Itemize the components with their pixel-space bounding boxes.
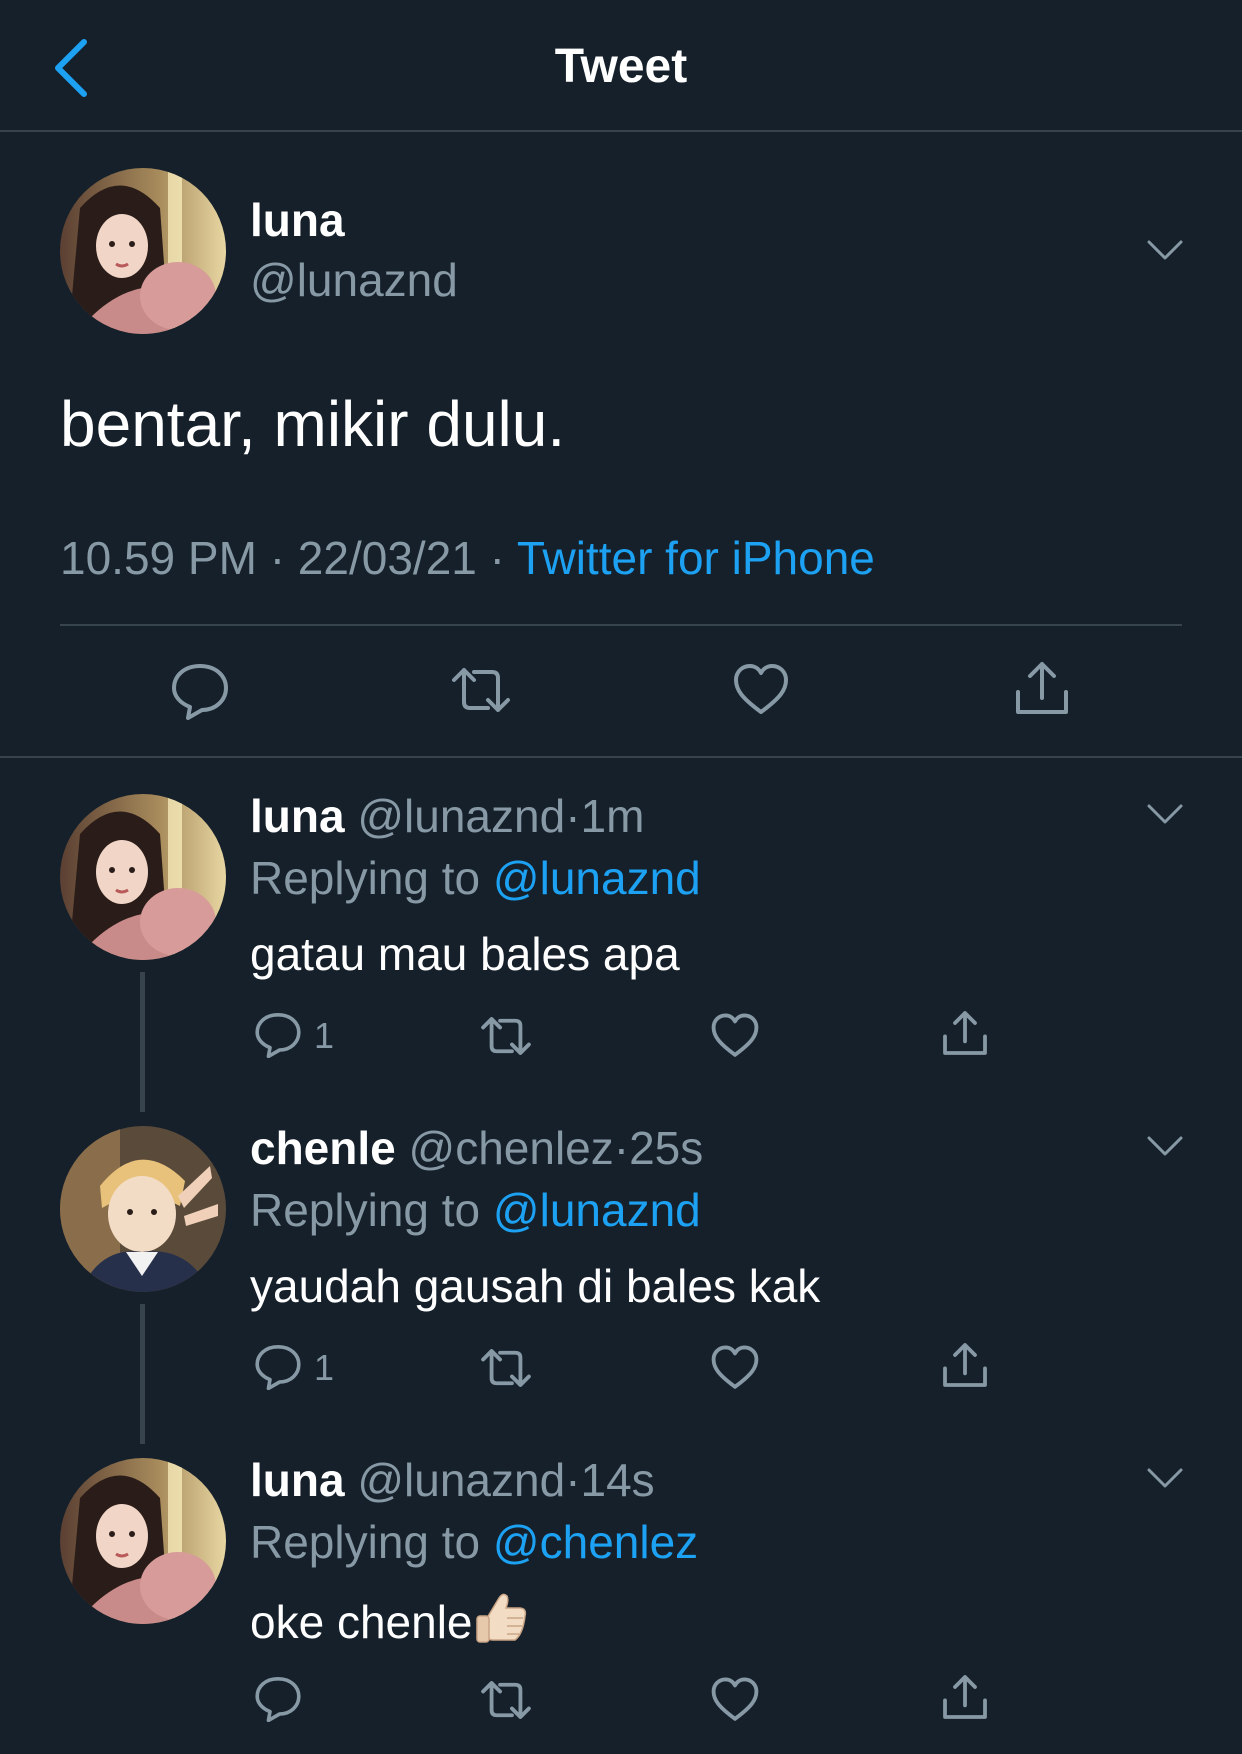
like-heart-icon[interactable]	[710, 1676, 760, 1724]
chevron-down-icon[interactable]	[1145, 1466, 1185, 1490]
reply-icon[interactable]	[254, 1342, 302, 1390]
reply-header: chenle @chenlez·25s	[250, 1120, 703, 1176]
reply-text: gatau mau bales apa	[250, 928, 680, 980]
reply-author-handle[interactable]: @lunaznd	[357, 790, 565, 842]
reply-author-name[interactable]: luna	[250, 790, 345, 842]
tweet-source-link[interactable]: Twitter for iPhone	[517, 532, 875, 584]
divider	[0, 756, 1242, 758]
author-name[interactable]: luna	[250, 192, 345, 248]
like-heart-icon[interactable]	[710, 1344, 760, 1392]
tweet-date: 22/03/21	[297, 532, 477, 584]
reply-text-row: oke chenle	[250, 1588, 533, 1650]
replying-to-handle[interactable]: @lunaznd	[493, 852, 701, 904]
chevron-down-icon[interactable]	[1145, 238, 1185, 262]
replying-to-label: Replying to	[250, 1516, 481, 1568]
retweet-icon[interactable]	[478, 1344, 534, 1392]
replying-to-handle[interactable]: @lunaznd	[493, 1184, 701, 1236]
header-bar: Tweet	[0, 0, 1242, 132]
tweet-meta: 10.59 PM · 22/03/21 · Twitter for iPhone	[60, 530, 875, 586]
reply-time: 25s	[629, 1122, 704, 1174]
avatar-luna[interactable]	[60, 1458, 226, 1624]
replying-to-handle[interactable]: @chenlez	[493, 1516, 698, 1568]
like-heart-icon[interactable]	[732, 662, 790, 718]
retweet-icon[interactable]	[478, 1676, 534, 1724]
avatar-luna[interactable]	[60, 794, 226, 960]
retweet-icon[interactable]	[478, 1012, 534, 1060]
reply-count: 1	[314, 1015, 335, 1056]
thread-connector	[140, 972, 145, 1112]
meta-separator: ·	[613, 1122, 630, 1174]
reply-header: luna @lunaznd·1m	[250, 788, 644, 844]
page-title: Tweet	[554, 40, 688, 93]
meta-separator: ·	[565, 1454, 581, 1506]
reply-icon[interactable]	[254, 1010, 302, 1058]
reply-count: 1	[314, 1347, 335, 1388]
share-icon[interactable]	[940, 1008, 990, 1058]
tweet-text: bentar, mikir dulu.	[60, 388, 566, 460]
share-icon[interactable]	[940, 1672, 990, 1722]
avatar-chenle[interactable]	[60, 1126, 226, 1292]
meta-separator: ·	[269, 532, 286, 584]
replying-to-label: Replying to	[250, 1184, 481, 1236]
author-handle[interactable]: @lunaznd	[250, 252, 458, 308]
chevron-down-icon[interactable]	[1145, 802, 1185, 826]
meta-separator: ·	[489, 532, 505, 584]
share-icon[interactable]	[1012, 658, 1072, 718]
replying-to: Replying to @lunaznd	[250, 850, 701, 906]
reply-author-name[interactable]: chenle	[250, 1122, 396, 1174]
reply-icon[interactable]	[170, 660, 230, 720]
chevron-down-icon[interactable]	[1145, 1134, 1185, 1158]
divider	[60, 624, 1182, 626]
reply-time: 1m	[580, 790, 645, 842]
tweet-time: 10.59 PM	[60, 532, 257, 584]
reply-time: 14s	[580, 1454, 655, 1506]
reply-author-handle[interactable]: @chenlez	[409, 1122, 614, 1174]
avatar-luna[interactable]	[60, 168, 226, 334]
replying-to: Replying to @lunaznd	[250, 1182, 701, 1238]
reply-text: yaudah gausah di bales kak	[250, 1260, 821, 1312]
reply-text: oke chenle	[250, 1596, 473, 1648]
reply-header: luna @lunaznd·14s	[250, 1452, 655, 1508]
like-heart-icon[interactable]	[710, 1012, 760, 1060]
reply-icon[interactable]	[254, 1674, 302, 1722]
thumbs-up-icon	[475, 1593, 526, 1643]
share-icon[interactable]	[940, 1340, 990, 1390]
replying-to-label: Replying to	[250, 852, 481, 904]
reply-author-handle[interactable]: @lunaznd	[357, 1454, 565, 1506]
replying-to: Replying to @chenlez	[250, 1514, 698, 1570]
thread-connector	[140, 1304, 145, 1444]
meta-separator: ·	[565, 790, 581, 842]
retweet-icon[interactable]	[448, 662, 514, 718]
reply-author-name[interactable]: luna	[250, 1454, 345, 1506]
